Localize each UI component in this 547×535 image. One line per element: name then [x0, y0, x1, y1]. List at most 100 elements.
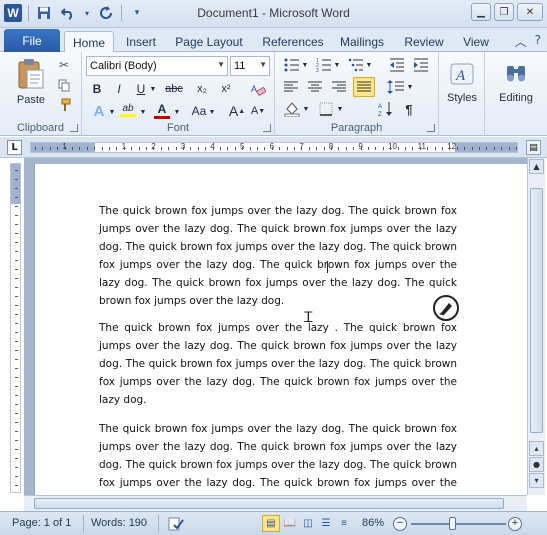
- tab-selector[interactable]: L: [7, 140, 22, 155]
- tab-home[interactable]: Home: [64, 31, 114, 53]
- show-formatting-marks-icon[interactable]: ¶: [399, 100, 419, 118]
- minimize-ribbon-icon[interactable]: ︿: [515, 33, 527, 50]
- vertical-ruler-tick: [15, 296, 18, 297]
- view-ruler-icon[interactable]: ▤: [526, 140, 541, 155]
- scroll-up-icon[interactable]: ▲: [529, 159, 544, 174]
- grow-font-button[interactable]: A ▲: [228, 102, 246, 120]
- paste-button[interactable]: Paste: [12, 56, 50, 108]
- shrink-font-button[interactable]: A ▼: [249, 102, 267, 120]
- shading-dropdown-icon[interactable]: ▼: [302, 102, 310, 116]
- minimize-icon[interactable]: ▁: [471, 3, 491, 21]
- underline-button[interactable]: U: [132, 80, 150, 98]
- browse-object-icon[interactable]: ●: [529, 457, 544, 472]
- tab-mailings[interactable]: Mailings: [334, 31, 390, 52]
- close-icon[interactable]: ✕: [517, 3, 543, 21]
- shading-icon[interactable]: [281, 100, 303, 118]
- numbering-icon[interactable]: 123: [313, 56, 335, 74]
- highlight-color-button[interactable]: ab: [118, 100, 138, 120]
- horizontal-scrollbar[interactable]: [24, 495, 527, 511]
- font-size-box[interactable]: 11 ▼: [230, 56, 270, 76]
- align-right-icon[interactable]: [329, 78, 349, 96]
- font-color-button[interactable]: A: [152, 100, 172, 120]
- paragraph-dialog-launcher[interactable]: [427, 124, 435, 132]
- font-name-box[interactable]: Calibri (Body) ▼: [86, 56, 228, 76]
- full-screen-reading-icon[interactable]: 📖: [281, 515, 299, 532]
- bullets-icon[interactable]: [281, 56, 303, 74]
- restore-icon[interactable]: ❐: [494, 3, 514, 21]
- tab-insert[interactable]: Insert: [118, 31, 164, 52]
- document-page[interactable]: The quick brown fox jumps over the lazy …: [34, 164, 527, 507]
- ruler-tick: [301, 147, 303, 150]
- vertical-scroll-thumb[interactable]: [530, 188, 543, 433]
- zoom-slider-track[interactable]: [411, 523, 506, 525]
- subscript-button[interactable]: x₂: [192, 80, 212, 98]
- line-spacing-dropdown-icon[interactable]: ▼: [406, 80, 414, 94]
- sort-icon[interactable]: AZ: [375, 100, 397, 118]
- proofing-icon[interactable]: [167, 515, 185, 532]
- tab-view[interactable]: View: [458, 31, 494, 52]
- superscript-button[interactable]: x²: [216, 80, 236, 98]
- align-center-icon[interactable]: [305, 78, 325, 96]
- previous-page-icon[interactable]: ▴: [529, 441, 544, 456]
- styles-button[interactable]: A Styles: [443, 56, 481, 110]
- borders-dropdown-icon[interactable]: ▼: [336, 102, 344, 116]
- text-effects-icon[interactable]: A: [88, 102, 110, 120]
- font-size-dropdown-icon[interactable]: ▼: [259, 60, 267, 69]
- align-left-icon[interactable]: [281, 78, 301, 96]
- font-dialog-launcher[interactable]: [263, 124, 271, 132]
- vertical-scrollbar[interactable]: ▲ ▴ ● ▾: [527, 158, 545, 495]
- zoom-level[interactable]: 86%: [362, 517, 384, 529]
- change-case-button[interactable]: Aa: [188, 102, 210, 120]
- zoom-in-button[interactable]: +: [508, 517, 522, 531]
- zoom-slider-thumb[interactable]: [449, 517, 456, 530]
- vertical-ruler[interactable]: [10, 163, 21, 493]
- paragraph-2[interactable]: The quick brown fox jumps over the lazy …: [99, 319, 457, 409]
- bullets-dropdown-icon[interactable]: ▼: [301, 58, 309, 72]
- numbering-dropdown-icon[interactable]: ▼: [333, 58, 341, 72]
- text-effects-dropdown-icon[interactable]: ▼: [108, 105, 116, 119]
- draft-view-icon[interactable]: ≡: [335, 515, 353, 532]
- font-color-dropdown-icon[interactable]: ▼: [173, 105, 181, 119]
- next-page-icon[interactable]: ▾: [529, 473, 544, 488]
- horizontal-scroll-thumb[interactable]: [34, 498, 504, 509]
- change-case-dropdown-icon[interactable]: ▼: [208, 105, 216, 119]
- help-icon[interactable]: ?: [535, 33, 541, 50]
- word-count[interactable]: Words: 190: [91, 517, 147, 529]
- zoom-out-button[interactable]: −: [393, 517, 407, 531]
- highlighter-icon: ab: [122, 103, 134, 114]
- tab-references[interactable]: References: [254, 31, 332, 52]
- editing-button[interactable]: Editing: [491, 56, 541, 110]
- bold-button[interactable]: B: [88, 80, 106, 98]
- tab-page-layout[interactable]: Page Layout: [170, 31, 248, 52]
- cut-icon[interactable]: ✂: [56, 57, 72, 73]
- decrease-indent-icon[interactable]: [387, 56, 407, 74]
- clear-formatting-icon[interactable]: A: [248, 80, 268, 98]
- multilevel-list-icon[interactable]: [345, 56, 367, 74]
- borders-icon[interactable]: [315, 100, 337, 118]
- multilevel-dropdown-icon[interactable]: ▼: [365, 58, 373, 72]
- vertical-ruler-tick: [15, 305, 18, 306]
- editing-label: Editing: [499, 92, 533, 104]
- highlight-dropdown-icon[interactable]: ▼: [139, 105, 147, 119]
- outline-view-icon[interactable]: ☰: [317, 515, 335, 532]
- web-layout-icon[interactable]: ◫: [299, 515, 317, 532]
- tab-review[interactable]: Review: [400, 31, 448, 52]
- format-painter-icon[interactable]: [56, 97, 72, 113]
- italic-button[interactable]: I: [110, 80, 128, 98]
- underline-dropdown-icon[interactable]: ▼: [149, 82, 157, 96]
- copy-icon[interactable]: [56, 77, 72, 93]
- increase-indent-icon[interactable]: [411, 56, 431, 74]
- horizontal-ruler[interactable]: 1123456789101112: [30, 142, 518, 153]
- paragraph-1[interactable]: The quick brown fox jumps over the lazy …: [99, 202, 457, 310]
- strikethrough-button[interactable]: abc: [162, 80, 186, 98]
- font-name-dropdown-icon[interactable]: ▼: [217, 60, 225, 69]
- vertical-ruler-tick: [15, 485, 18, 486]
- print-layout-icon[interactable]: ▤: [262, 515, 280, 532]
- line-spacing-icon[interactable]: [385, 78, 407, 96]
- clipboard-dialog-launcher[interactable]: [70, 124, 78, 132]
- justify-icon[interactable]: [353, 77, 375, 97]
- ruler-tick: [264, 147, 266, 150]
- page-count[interactable]: Page: 1 of 1: [12, 517, 71, 529]
- tab-file[interactable]: File: [4, 29, 60, 52]
- ink-pen-icon[interactable]: [433, 295, 459, 321]
